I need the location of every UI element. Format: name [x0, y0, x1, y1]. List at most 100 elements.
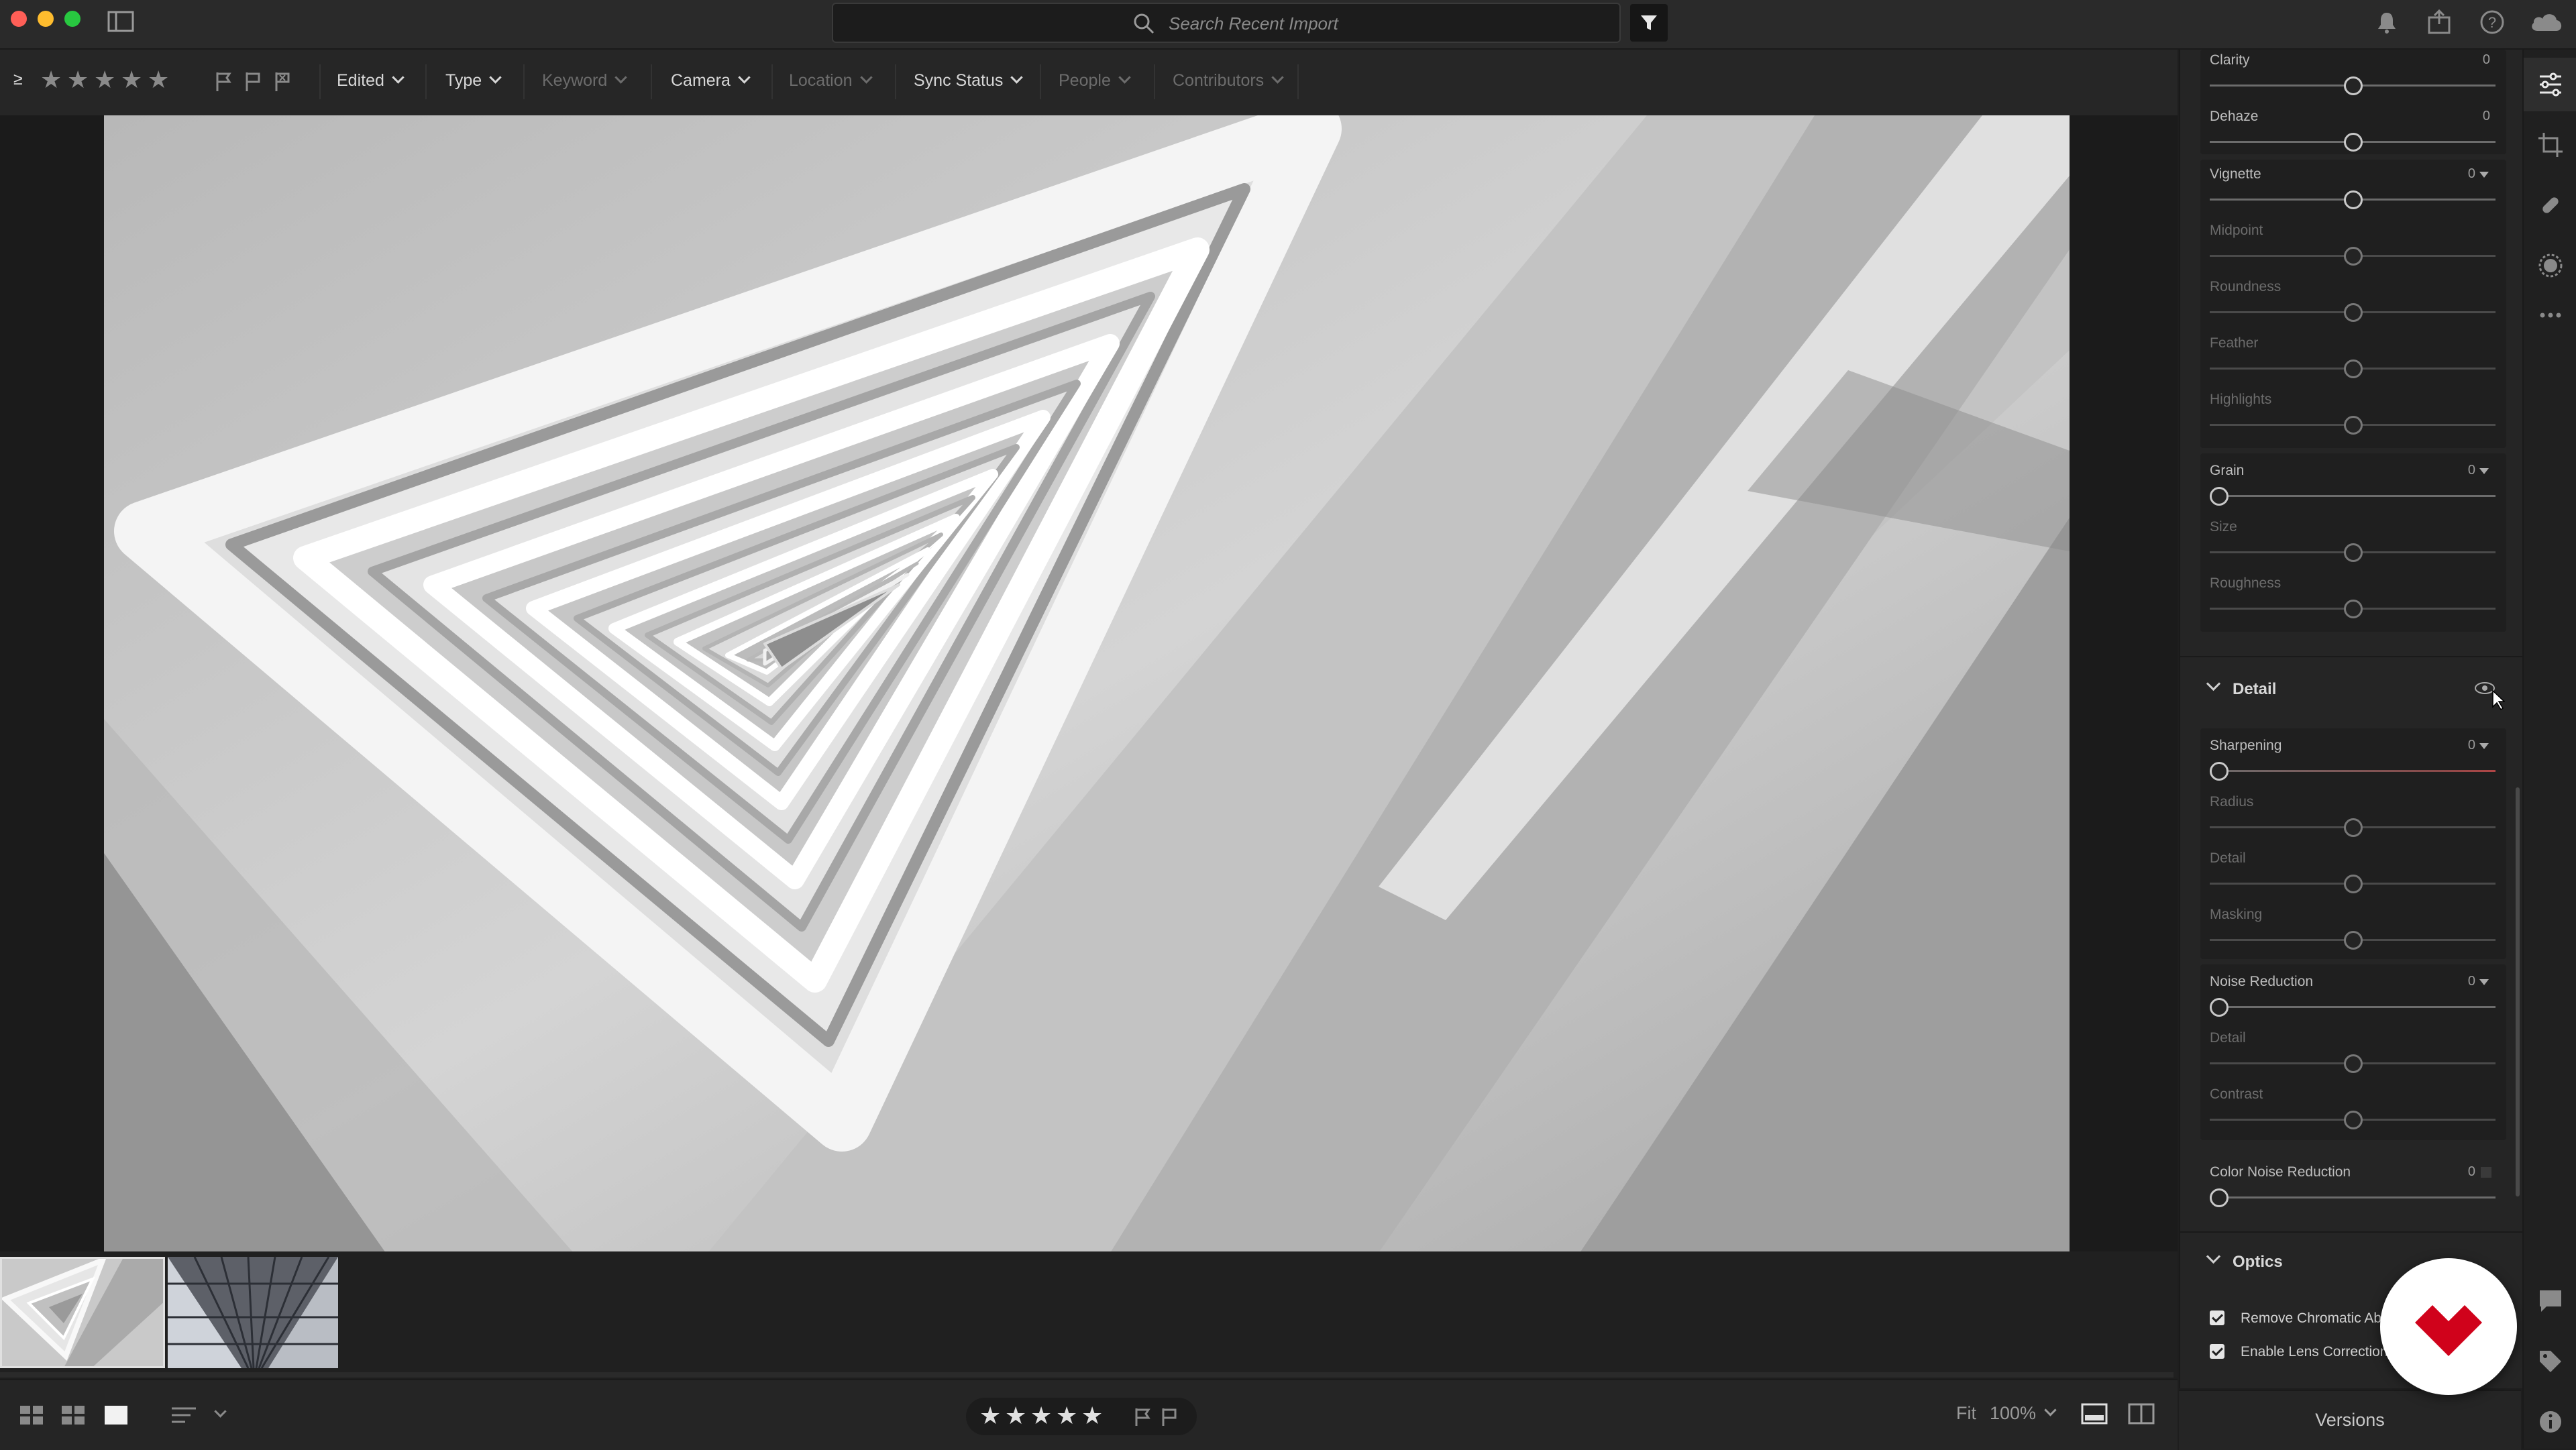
flag-rejected-icon[interactable]: [274, 71, 292, 93]
healing-brush-icon[interactable]: [2537, 192, 2564, 219]
zoom-level[interactable]: 100%: [1990, 1403, 2036, 1424]
color-noise-reduction-value[interactable]: 0: [2468, 1164, 2475, 1180]
midpoint-knob[interactable]: [2344, 247, 2363, 266]
compare-view-icon[interactable]: [2128, 1403, 2155, 1425]
sharpening-value[interactable]: 0: [2468, 738, 2475, 753]
detail-knob[interactable]: [2344, 875, 2363, 893]
rating-star-3[interactable]: ★: [94, 66, 115, 94]
filter-contributors[interactable]: Contributors: [1173, 71, 1284, 91]
midpoint-slider[interactable]: Midpoint: [2210, 223, 2496, 279]
filter-sync-status[interactable]: Sync Status: [914, 71, 1024, 91]
detail-chevron-down-icon[interactable]: [2206, 676, 2221, 691]
clarity-slider[interactable]: Clarity 0: [2210, 52, 2496, 109]
sharpening-menu-icon[interactable]: [2479, 743, 2489, 749]
filter-location[interactable]: Location: [789, 71, 873, 91]
main-photo[interactable]: [104, 115, 2070, 1253]
bottom-star-1[interactable]: ★: [979, 1402, 1001, 1430]
sharpening-knob[interactable]: [2210, 762, 2229, 781]
close-window-button[interactable]: [11, 11, 27, 27]
detail-slider[interactable]: Detail: [2210, 850, 2496, 907]
nr-detail-slider[interactable]: Detail: [2210, 1030, 2496, 1086]
versions-button[interactable]: Versions: [2179, 1390, 2521, 1450]
filter-camera[interactable]: Camera: [671, 71, 751, 91]
filter-type[interactable]: Type: [445, 71, 502, 91]
filter-people[interactable]: People: [1059, 71, 1131, 91]
noise-reduction-track[interactable]: [2210, 1006, 2496, 1008]
square-grid-view-icon[interactable]: [19, 1404, 44, 1426]
dehaze-value[interactable]: 0: [2483, 109, 2490, 124]
color-noise-reduction-knob[interactable]: [2210, 1188, 2229, 1207]
flag-reject-icon[interactable]: [1161, 1407, 1179, 1427]
grain-size-knob[interactable]: [2344, 543, 2363, 562]
filmstrip-scrollbar[interactable]: [0, 1372, 2174, 1378]
bottom-star-3[interactable]: ★: [1030, 1402, 1052, 1430]
radius-knob[interactable]: [2344, 818, 2363, 837]
bottom-star-4[interactable]: ★: [1056, 1402, 1077, 1430]
filter-keyword[interactable]: Keyword: [542, 71, 627, 91]
vignette-value[interactable]: 0: [2468, 166, 2475, 182]
optics-chevron-down-icon[interactable]: [2206, 1249, 2221, 1264]
flag-picked-icon[interactable]: [215, 71, 233, 93]
filmstrip-toggle-icon[interactable]: [2081, 1403, 2108, 1425]
cloud-sync-icon[interactable]: [2529, 9, 2564, 34]
highlights-slider[interactable]: Highlights: [2210, 392, 2496, 448]
comments-icon[interactable]: [2537, 1288, 2564, 1315]
filter-button[interactable]: [1630, 4, 1668, 42]
color-noise-reduction-track[interactable]: [2210, 1196, 2496, 1198]
feather-slider[interactable]: Feather: [2210, 335, 2496, 392]
filmstrip-thumbnail-2[interactable]: [168, 1257, 338, 1368]
search-input[interactable]: Search Recent Import: [832, 3, 1621, 43]
noise-reduction-value[interactable]: 0: [2468, 974, 2475, 989]
nr-detail-knob[interactable]: [2344, 1054, 2363, 1073]
grain-size-slider[interactable]: Size: [2210, 519, 2496, 575]
crop-icon[interactable]: [2537, 131, 2564, 158]
edit-sliders-icon[interactable]: [2537, 71, 2564, 98]
detail-view-icon[interactable]: [103, 1404, 129, 1426]
highlights-knob[interactable]: [2344, 416, 2363, 435]
vignette-knob[interactable]: [2344, 190, 2363, 209]
roundness-knob[interactable]: [2344, 303, 2363, 322]
sort-icon[interactable]: [170, 1406, 197, 1426]
masking-knob[interactable]: [2344, 931, 2363, 950]
zoom-chevron-down-icon[interactable]: [2044, 1404, 2057, 1416]
sharpening-track[interactable]: [2210, 770, 2496, 772]
share-icon[interactable]: [2427, 9, 2451, 35]
feather-knob[interactable]: [2344, 359, 2363, 378]
notification-bell-icon[interactable]: [2376, 11, 2398, 35]
enable-lens-corrections-checkbox[interactable]: [2210, 1344, 2224, 1359]
more-options-icon[interactable]: [2537, 309, 2564, 322]
rating-star-4[interactable]: ★: [121, 66, 142, 94]
masking-icon[interactable]: [2537, 252, 2564, 279]
rating-star-5[interactable]: ★: [148, 66, 169, 94]
help-icon[interactable]: ?: [2479, 9, 2505, 35]
detail-section-header[interactable]: Detail: [2180, 667, 2522, 715]
flag-pick-icon[interactable]: [1134, 1407, 1152, 1427]
clarity-value[interactable]: 0: [2483, 52, 2490, 68]
visibility-eye-icon[interactable]: [2473, 679, 2505, 711]
noise-reduction-menu-icon[interactable]: [2479, 979, 2489, 985]
grain-menu-icon[interactable]: [2479, 468, 2489, 474]
rating-star-2[interactable]: ★: [67, 66, 89, 94]
noise-reduction-knob[interactable]: [2210, 998, 2229, 1017]
roundness-slider[interactable]: Roundness: [2210, 279, 2496, 335]
nr-contrast-knob[interactable]: [2344, 1111, 2363, 1129]
dehaze-slider[interactable]: Dehaze 0: [2210, 109, 2496, 165]
grain-roughness-slider[interactable]: Roughness: [2210, 575, 2496, 632]
remove-chromatic-aberration-checkbox[interactable]: [2210, 1310, 2224, 1325]
grain-track[interactable]: [2210, 495, 2496, 497]
photo-grid-view-icon[interactable]: [60, 1404, 86, 1426]
sort-chevron-down-icon[interactable]: [214, 1405, 227, 1418]
grain-slider[interactable]: Grain 0: [2210, 463, 2496, 519]
clarity-knob[interactable]: [2344, 76, 2363, 95]
sidebar-toggle-icon[interactable]: [107, 11, 134, 32]
keyword-tag-icon[interactable]: [2537, 1348, 2564, 1375]
radius-slider[interactable]: Radius: [2210, 794, 2496, 850]
color-noise-reduction-slider[interactable]: Color Noise Reduction 0: [2210, 1164, 2496, 1221]
bottom-star-5[interactable]: ★: [1081, 1402, 1103, 1430]
vignette-menu-icon[interactable]: [2479, 172, 2489, 178]
masking-slider[interactable]: Masking: [2210, 907, 2496, 963]
filmstrip-thumbnail-1[interactable]: [0, 1257, 165, 1368]
filter-edited[interactable]: Edited: [337, 71, 405, 91]
panel-scrollbar[interactable]: [2516, 787, 2520, 1196]
flag-unflagged-icon[interactable]: [244, 71, 263, 93]
